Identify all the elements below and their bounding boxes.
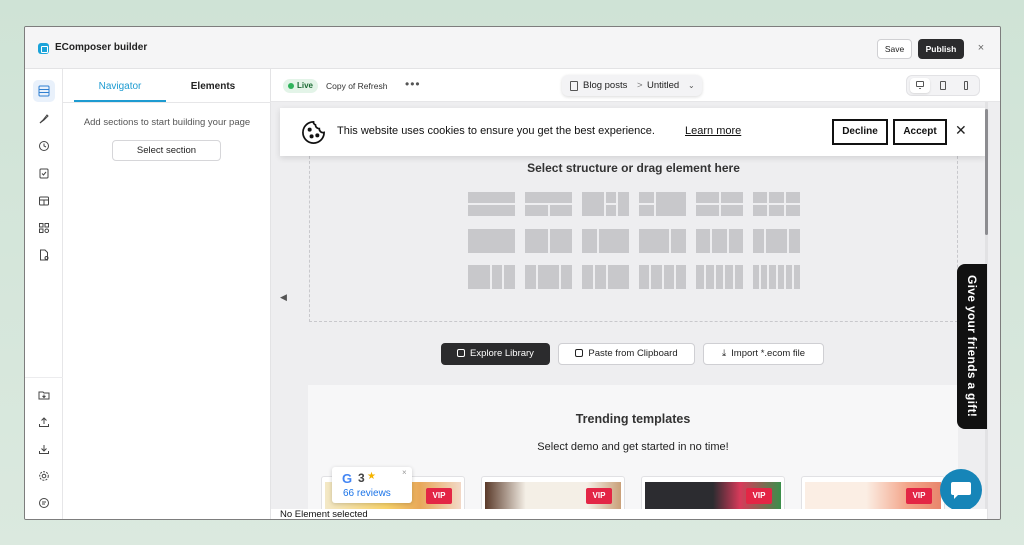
- decline-button[interactable]: Decline: [832, 119, 888, 145]
- panel-divider: [63, 102, 271, 103]
- live-label: Live: [297, 81, 314, 90]
- tablet-view-icon[interactable]: [933, 78, 953, 93]
- cookie-icon: [302, 121, 325, 144]
- layout-preset[interactable]: [468, 229, 515, 253]
- import-file-label: Import *.ecom file: [731, 348, 806, 359]
- settings-icon[interactable]: [33, 465, 55, 487]
- vip-badge: VIP: [746, 488, 772, 504]
- clipboard-icon: [575, 349, 584, 357]
- drop-zone-title: Select structure or drag element here: [527, 161, 740, 175]
- canvas-toolbar: Live Copy of Refresh ••• Blog posts > Un…: [271, 69, 1000, 102]
- file-icon: [570, 81, 578, 91]
- more-options-icon[interactable]: •••: [405, 77, 421, 91]
- select-section-button[interactable]: Select section: [112, 140, 221, 161]
- layout-preset[interactable]: [753, 229, 800, 253]
- publish-button[interactable]: Publish: [918, 39, 964, 59]
- layout-preset[interactable]: [582, 229, 629, 253]
- layout-preset[interactable]: [525, 265, 572, 289]
- brush-icon[interactable]: [33, 108, 55, 130]
- live-dot-icon: [288, 83, 294, 89]
- mobile-view-icon[interactable]: [956, 78, 976, 93]
- download-icon: ⤓: [721, 348, 727, 359]
- library-icon: [457, 349, 466, 357]
- app-title: EComposer builder: [55, 42, 148, 53]
- trending-title: Trending templates: [575, 412, 691, 426]
- import-file-button[interactable]: ⤓ Import *.ecom file: [703, 343, 824, 365]
- gift-tab[interactable]: Give your friends a gift!: [957, 264, 987, 429]
- clipboard-check-icon[interactable]: [33, 162, 55, 184]
- icon-rail: [25, 69, 63, 519]
- layout-preset[interactable]: [468, 265, 515, 289]
- vip-badge: VIP: [586, 488, 612, 504]
- close-icon[interactable]: ×: [402, 468, 407, 477]
- status-bar: No Element selected: [271, 509, 987, 520]
- paste-clipboard-label: Paste from Clipboard: [588, 348, 678, 359]
- breadcrumb[interactable]: Blog posts > Untitled ⌄: [562, 75, 702, 96]
- drop-zone[interactable]: Select structure or drag element here: [309, 156, 958, 322]
- google-icon: G: [342, 471, 353, 486]
- chevron-down-icon[interactable]: ⌄: [688, 75, 695, 96]
- layout-preset[interactable]: [753, 265, 801, 289]
- page-name[interactable]: Copy of Refresh: [326, 81, 387, 91]
- upload-icon[interactable]: [33, 411, 55, 433]
- gift-label: Give your friends a gift!: [965, 275, 979, 418]
- panel-hint: Add sections to start building your page: [83, 117, 251, 128]
- breadcrumb-section[interactable]: Blog posts: [583, 75, 627, 96]
- scrollbar-thumb[interactable]: [985, 109, 988, 235]
- folder-import-icon[interactable]: [33, 384, 55, 406]
- app-logo-icon: [38, 43, 49, 54]
- tab-navigator[interactable]: Navigator: [74, 81, 166, 92]
- cookie-message: This website uses cookies to ensure you …: [337, 125, 655, 137]
- close-icon[interactable]: ×: [974, 41, 988, 55]
- rail-divider: [25, 377, 63, 378]
- layout-preset[interactable]: [696, 192, 743, 216]
- review-rating: 3: [358, 471, 365, 485]
- trending-subtitle: Select demo and get started in no time!: [537, 441, 729, 453]
- chat-icon[interactable]: [940, 469, 982, 511]
- layout-preset[interactable]: [753, 192, 800, 216]
- layout-preset[interactable]: [525, 192, 572, 216]
- cookie-banner: This website uses cookies to ensure you …: [280, 108, 985, 156]
- file-settings-icon[interactable]: [33, 244, 55, 266]
- status-text: No Element selected: [280, 509, 368, 520]
- builder-window: EComposer builder Save Publish × Navigat…: [24, 26, 1001, 520]
- accept-button[interactable]: Accept: [893, 119, 947, 145]
- star-icon: ★: [367, 471, 376, 482]
- top-bar: EComposer builder Save Publish ×: [25, 27, 1000, 69]
- desktop-view-icon[interactable]: [910, 78, 930, 93]
- reviews-widget[interactable]: G 3 ★ 66 reviews ×: [332, 467, 412, 503]
- editor-canvas: Live Copy of Refresh ••• Blog posts > Un…: [271, 69, 1000, 520]
- apps-icon[interactable]: [33, 217, 55, 239]
- sections-icon[interactable]: [33, 80, 55, 102]
- history-icon[interactable]: [33, 135, 55, 157]
- layout-preset[interactable]: [468, 192, 515, 216]
- review-count: 66 reviews: [343, 488, 391, 499]
- download-icon[interactable]: [33, 438, 55, 460]
- device-switcher: [906, 75, 980, 96]
- chat-help-icon[interactable]: [33, 492, 55, 514]
- layout-preset[interactable]: [696, 229, 743, 253]
- navigator-panel: Navigator Elements Add sections to start…: [63, 69, 271, 519]
- paste-clipboard-button[interactable]: Paste from Clipboard: [558, 343, 695, 365]
- layout-preset[interactable]: [696, 265, 743, 289]
- learn-more-link[interactable]: Learn more: [685, 125, 741, 137]
- breadcrumb-item[interactable]: Untitled: [647, 75, 679, 96]
- vip-badge: VIP: [906, 488, 932, 504]
- layout-preset[interactable]: [639, 192, 686, 216]
- live-badge: Live: [283, 79, 319, 93]
- box-icon[interactable]: [33, 190, 55, 212]
- layout-preset[interactable]: [525, 229, 572, 253]
- tab-elements[interactable]: Elements: [167, 81, 259, 92]
- collapse-panel-icon[interactable]: ◀: [280, 292, 287, 303]
- breadcrumb-separator: >: [637, 80, 643, 91]
- explore-library-label: Explore Library: [470, 348, 534, 359]
- explore-library-button[interactable]: Explore Library: [441, 343, 550, 365]
- layout-preset[interactable]: [639, 229, 686, 253]
- save-button[interactable]: Save: [877, 39, 912, 59]
- close-icon[interactable]: ✕: [955, 122, 967, 139]
- vip-badge: VIP: [426, 488, 452, 504]
- layout-preset[interactable]: [639, 265, 686, 289]
- layout-preset[interactable]: [582, 192, 629, 216]
- layout-preset[interactable]: [582, 265, 629, 289]
